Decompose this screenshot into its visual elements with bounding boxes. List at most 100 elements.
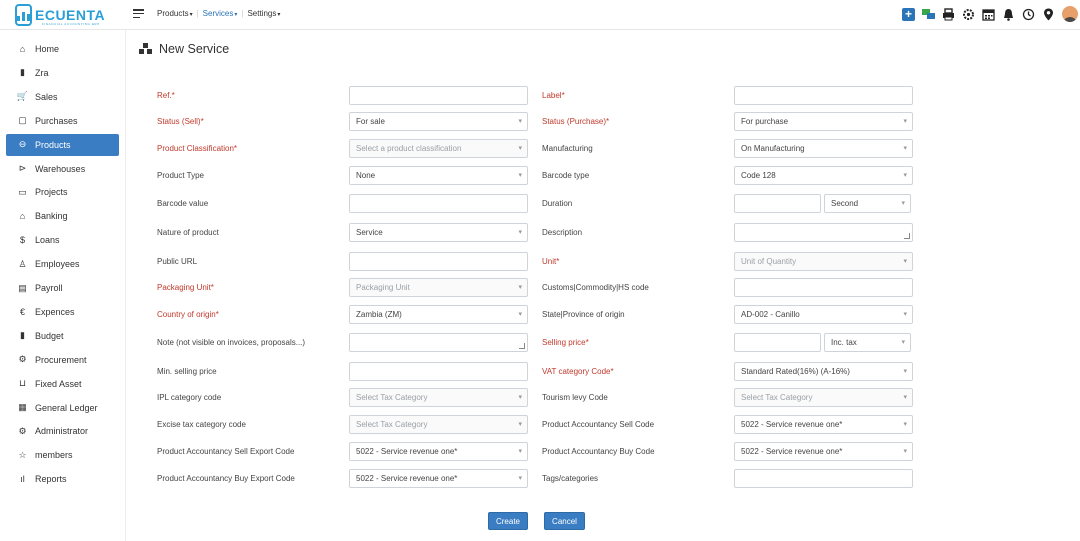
product-classification-select[interactable]: Select a product classification bbox=[349, 139, 528, 158]
label-product-accountancy-buy-export-code: Product Accountancy Buy Export Code bbox=[157, 474, 295, 483]
label-product-type: Product Type bbox=[157, 171, 204, 180]
logo[interactable]: ECUENTA FINANCIAL ACCOUNTING ERP bbox=[15, 4, 105, 26]
sidebar-item-banking[interactable]: ⌂ Banking bbox=[6, 205, 119, 227]
calendar-icon[interactable] bbox=[982, 8, 995, 21]
sidebar-item-label: Expences bbox=[35, 306, 75, 317]
customs-commodity-hs-code-input[interactable] bbox=[734, 278, 913, 297]
sidebar-item-label: Fixed Asset bbox=[35, 378, 82, 389]
note-not-visible-on-invoices-proposals-textarea[interactable] bbox=[349, 333, 528, 352]
user-avatar[interactable] bbox=[1062, 6, 1078, 22]
label-tourism-levy-code: Tourism levy Code bbox=[542, 393, 608, 402]
top-menu-label: Services bbox=[202, 9, 234, 18]
fixed-asset-icon: ⊔ bbox=[18, 378, 27, 389]
sidebar-item-payroll[interactable]: ▤ Payroll bbox=[6, 277, 119, 299]
sidebar-item-loans[interactable]: $ Loans bbox=[6, 229, 119, 251]
product-type-select[interactable]: None bbox=[349, 166, 528, 185]
public-url-input[interactable] bbox=[349, 252, 528, 271]
reports-icon: ıl bbox=[20, 474, 25, 485]
product-accountancy-sell-code-select[interactable]: 5022 - Service revenue one* bbox=[734, 415, 913, 434]
duration-unit-select[interactable]: Second bbox=[824, 194, 911, 213]
sidebar-item-label: Employees bbox=[35, 259, 80, 270]
description-textarea[interactable] bbox=[734, 223, 913, 242]
location-icon[interactable] bbox=[1042, 8, 1055, 21]
label-duration: Duration bbox=[542, 199, 573, 208]
sidebar-item-home[interactable]: ⌂ Home bbox=[6, 38, 119, 60]
expences-icon: € bbox=[19, 306, 25, 317]
top-menu: Products▾ | Services▾ | Settings▾ bbox=[157, 9, 280, 18]
products-icon: ⊖ bbox=[18, 139, 27, 150]
sidebar-item-expences[interactable]: € Expences bbox=[6, 301, 119, 323]
budget-icon: ▮ bbox=[20, 330, 25, 341]
sidebar: ⌂ Home ▮ Zra 🛒 Sales ▢ Purchases ⊖ Products ⊳ Wareh… bbox=[0, 30, 126, 541]
duration-input[interactable] bbox=[734, 194, 821, 213]
product-accountancy-sell-export-code-select[interactable]: 5022 - Service revenue one* bbox=[349, 442, 528, 461]
sidebar-item-employees[interactable]: ♙ Employees bbox=[6, 253, 119, 275]
sidebar-item-procurement[interactable]: ⚙ Procurement bbox=[6, 349, 119, 371]
caret-down-icon: ▾ bbox=[277, 12, 281, 18]
manufacturing-select[interactable]: On Manufacturing bbox=[734, 139, 913, 158]
sidebar-item-label: Home bbox=[35, 44, 60, 54]
label-product-accountancy-sell-export-code: Product Accountancy Sell Export Code bbox=[157, 447, 295, 456]
top-menu-services[interactable]: Services▾ bbox=[203, 9, 238, 18]
label-input[interactable] bbox=[734, 86, 913, 105]
label-state-province-of-origin: State|Province of origin bbox=[542, 310, 625, 319]
bell-icon[interactable] bbox=[1002, 8, 1015, 21]
tourism-levy-code-select[interactable]: Select Tax Category bbox=[734, 388, 913, 407]
sidebar-item-sales[interactable]: 🛒 Sales bbox=[6, 86, 119, 108]
ref-input[interactable] bbox=[349, 86, 528, 105]
vat-category-code-select[interactable]: Standard Rated(16%) (A-16%) bbox=[734, 362, 913, 381]
sidebar-item-members[interactable]: ☆ members bbox=[6, 444, 119, 466]
sidebar-item-general-ledger[interactable]: ▦ General Ledger bbox=[6, 397, 119, 419]
barcode-type-select[interactable]: Code 128 bbox=[734, 166, 913, 185]
procurement-icon: ⚙ bbox=[18, 354, 27, 365]
history-icon[interactable] bbox=[1022, 8, 1035, 21]
min-selling-price-input[interactable] bbox=[349, 362, 528, 381]
sidebar-item-warehouses[interactable]: ⊳ Warehouses bbox=[6, 158, 119, 180]
sidebar-item-label: Procurement bbox=[35, 354, 87, 365]
hamburger-menu-icon[interactable] bbox=[133, 9, 144, 19]
plus-icon[interactable]: + bbox=[902, 7, 915, 21]
label-excise-tax-category-code: Excise tax category code bbox=[157, 420, 246, 429]
sidebar-item-administrator[interactable]: ⚙ Administrator bbox=[6, 420, 119, 442]
sidebar-item-label: Projects bbox=[35, 187, 68, 198]
top-menu-label: Settings bbox=[247, 9, 277, 18]
top-menu-settings[interactable]: Settings▾ bbox=[247, 9, 280, 18]
packaging-unit-select[interactable]: Packaging Unit bbox=[349, 278, 528, 297]
sales-icon: 🛒 bbox=[16, 91, 29, 102]
top-menu-products[interactable]: Products▾ bbox=[157, 9, 193, 18]
selling-price-input[interactable] bbox=[734, 333, 821, 352]
chat-icon[interactable] bbox=[922, 8, 935, 21]
ipl-category-code-select[interactable]: Select Tax Category bbox=[349, 388, 528, 407]
sidebar-item-budget[interactable]: ▮ Budget bbox=[6, 325, 119, 347]
state-province-of-origin-select[interactable]: AD-002 - Canillo bbox=[734, 305, 913, 324]
sidebar-item-products[interactable]: ⊖ Products bbox=[6, 133, 119, 156]
label-customs-commodity-hs-code: Customs|Commodity|HS code bbox=[542, 283, 649, 292]
gear-icon[interactable] bbox=[962, 8, 975, 21]
printer-icon[interactable] bbox=[942, 7, 955, 21]
sidebar-item-purchases[interactable]: ▢ Purchases bbox=[6, 110, 119, 132]
label-packaging-unit: Packaging Unit* bbox=[157, 283, 214, 292]
label-product-classification: Product Classification* bbox=[157, 144, 238, 153]
loans-icon: $ bbox=[19, 235, 25, 246]
selling-price-unit-select[interactable]: Inc. tax bbox=[824, 333, 911, 352]
unit-select[interactable]: Unit of Quantity bbox=[734, 252, 913, 271]
tags-categories-input[interactable] bbox=[734, 469, 913, 488]
status-sell-select[interactable]: For sale bbox=[349, 112, 528, 131]
logo-subtitle: FINANCIAL ACCOUNTING ERP bbox=[42, 22, 100, 26]
barcode-value-input[interactable] bbox=[349, 194, 528, 213]
product-accountancy-buy-export-code-select[interactable]: 5022 - Service revenue one* bbox=[349, 469, 528, 488]
country-of-origin-select[interactable]: Zambia (ZM) bbox=[349, 305, 528, 324]
sidebar-item-zra[interactable]: ▮ Zra bbox=[6, 62, 119, 84]
sidebar-item-projects[interactable]: ▭ Projects bbox=[6, 181, 119, 203]
product-accountancy-buy-code-select[interactable]: 5022 - Service revenue one* bbox=[734, 442, 913, 461]
nature-of-product-select[interactable]: Service bbox=[349, 223, 528, 242]
purchases-icon: ▢ bbox=[18, 115, 27, 126]
create-button[interactable]: Create bbox=[488, 512, 528, 530]
excise-tax-category-code-select[interactable]: Select Tax Category bbox=[349, 415, 528, 434]
sidebar-item-fixed-asset[interactable]: ⊔ Fixed Asset bbox=[6, 373, 119, 395]
label-selling-price: Selling price* bbox=[542, 338, 589, 347]
sidebar-item-reports[interactable]: ıl Reports bbox=[6, 468, 119, 490]
cancel-button[interactable]: Cancel bbox=[544, 512, 585, 530]
label-status-sell: Status (Sell)* bbox=[157, 117, 204, 126]
status-purchase-select[interactable]: For purchase bbox=[734, 112, 913, 131]
